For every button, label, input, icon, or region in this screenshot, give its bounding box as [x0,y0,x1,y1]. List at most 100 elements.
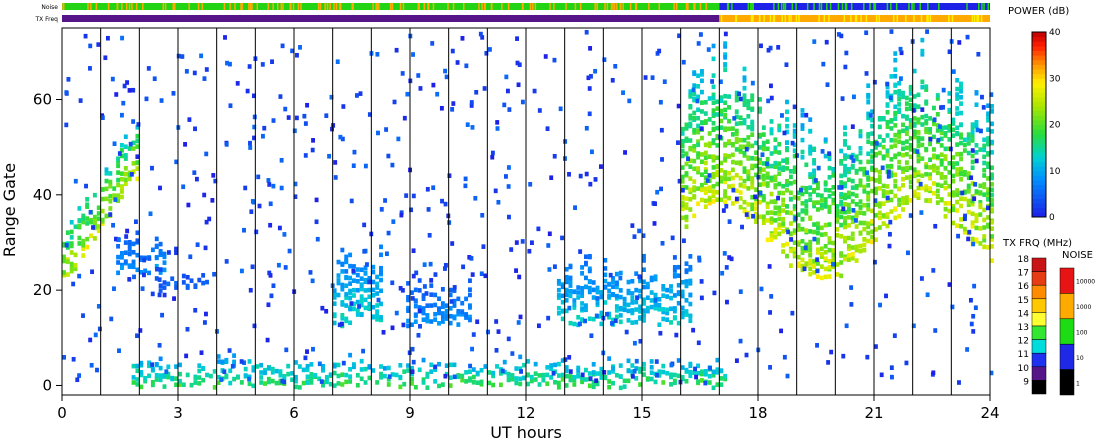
echo-cell [808,247,813,253]
echo-cell [116,254,121,260]
echo-cell [877,150,882,156]
echo-cell [363,366,368,372]
echo-cell [750,180,755,185]
echo-cell [430,41,435,46]
echo-cell [893,116,898,122]
echo-cell [556,373,561,378]
echo-cell [885,195,890,201]
echo-cell [503,174,508,179]
echo-cell [827,193,832,199]
echo-cell [135,377,140,382]
echo-cell [120,255,124,260]
echo-cell [220,359,225,365]
echo-cell [676,320,681,326]
echo-cell [826,360,831,365]
echo-cell [379,270,383,276]
echo-cell [858,204,863,210]
echo-cell [877,179,882,185]
echo-cell [437,383,441,389]
echo-cell [603,266,608,271]
status-speckle [300,3,302,10]
echo-cell [873,344,878,349]
echo-cell [959,151,963,157]
echo-cell [417,288,422,293]
echo-cell [792,123,797,128]
echo-cell [280,378,285,384]
echo-cell [529,240,534,246]
power-colorbar-band [1032,175,1046,181]
echo-cell [919,276,924,281]
echo-cell [680,195,685,200]
echo-cell [669,362,674,368]
echo-cell [904,151,909,157]
echo-cell [889,74,894,79]
echo-cell [684,205,689,210]
echo-cell [120,189,124,194]
echo-cell [556,384,561,390]
echo-cell [765,171,770,177]
echo-cell [443,68,448,74]
echo-cell [839,233,844,239]
echo-cell [413,287,418,293]
echo-cell [401,322,406,328]
echo-cell [440,382,445,387]
echo-cell [232,359,237,365]
echo-cell [831,191,836,196]
status-speckle [658,3,661,10]
echo-cell [789,237,794,242]
echo-cell [788,168,793,174]
echo-cell [398,384,403,390]
echo-cell [846,235,851,241]
echo-cell [974,90,979,95]
echo-cell [719,98,724,104]
echo-cell [471,374,476,380]
echo-cell [96,228,101,234]
echo-cell [197,381,202,386]
status-speckle [818,3,821,10]
echo-cell [411,248,416,254]
echo-cell [108,206,113,211]
echo-cell [359,276,364,281]
echo-cell [105,35,110,41]
echo-cell [333,160,338,165]
echo-cell [127,251,132,257]
echo-cell [684,151,689,157]
echo-cell [730,152,735,158]
status-speckle [172,3,174,10]
echo-cell [730,159,735,165]
echo-cell [624,329,629,335]
echo-cell [874,227,878,232]
echo-cell [69,219,74,225]
echo-cell [614,293,619,299]
echo-cell [429,292,434,297]
echo-cell [792,104,797,110]
echo-cell [520,99,525,105]
echo-cell [120,185,124,190]
echo-cell [776,195,781,201]
echo-cell [216,359,221,364]
echo-cell [160,312,165,318]
echo-cell [202,320,207,325]
echo-cell [692,71,697,77]
echo-cell [835,227,840,232]
echo-cell [742,93,747,98]
status-speckle [351,3,353,10]
echo-cell [406,318,411,324]
echo-cell [893,57,898,63]
echo-cell [65,272,70,277]
echo-cell [603,375,608,381]
echo-cell [394,47,399,53]
echo-cell [831,166,836,172]
status-speckle [579,3,582,10]
echo-cell [468,292,472,298]
echo-cell [359,312,364,318]
echo-cell [767,264,772,269]
echo-cell [613,318,618,324]
status-speckle [895,3,898,10]
echo-cell [456,309,461,314]
echo-cell [881,201,886,207]
x-tick-label: 24 [980,404,999,422]
echo-cell [850,124,855,129]
echo-cell [711,95,716,101]
echo-cell [437,310,441,316]
